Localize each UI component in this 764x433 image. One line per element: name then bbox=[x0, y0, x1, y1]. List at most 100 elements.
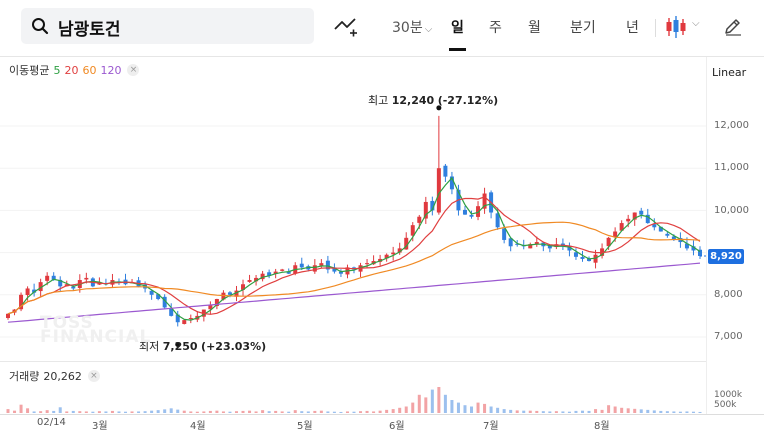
volume-bar bbox=[515, 410, 519, 413]
volume-bar bbox=[267, 411, 271, 413]
volume-bar bbox=[215, 410, 219, 413]
volume-bar bbox=[548, 411, 552, 413]
chevron-down-icon[interactable]: ⌵ bbox=[692, 18, 700, 29]
y-tick-label: 7,000 bbox=[714, 331, 743, 342]
volume-bar bbox=[176, 409, 180, 413]
ma-120-label: 120 bbox=[100, 63, 122, 77]
chart-toolbar: 남광토건 30분 ⌵ 일 주 월 분기 년 ⌵ bbox=[0, 0, 764, 56]
y-tick-label: 8,000 bbox=[714, 289, 743, 300]
high-label: 최고 bbox=[368, 94, 389, 107]
volume-bar bbox=[326, 411, 330, 413]
volume-bar bbox=[365, 410, 369, 413]
volume-bar bbox=[437, 387, 441, 413]
volume-bar bbox=[182, 410, 186, 413]
volume-bar bbox=[489, 406, 493, 413]
volume-bar bbox=[470, 406, 474, 413]
volume-bar bbox=[26, 408, 30, 413]
tab-period-day[interactable]: 일 bbox=[449, 17, 466, 51]
x-tick-label: 7월 bbox=[483, 421, 499, 432]
volume-bar bbox=[300, 411, 304, 413]
x-tick-label: 8월 bbox=[594, 421, 610, 432]
scale-toggle[interactable]: Linear bbox=[712, 66, 746, 79]
ma-5-label: 5 bbox=[53, 63, 61, 77]
volume-bar bbox=[391, 409, 395, 413]
volume-bar bbox=[509, 409, 513, 413]
volume-bar bbox=[156, 410, 160, 413]
volume-bar bbox=[234, 411, 238, 413]
y-tick-label: 12,000 bbox=[714, 120, 749, 131]
candle-body bbox=[299, 263, 304, 268]
pencil-icon[interactable] bbox=[723, 16, 743, 36]
volume-bar bbox=[496, 407, 500, 413]
volume-bar bbox=[13, 410, 17, 413]
x-axis-line bbox=[0, 414, 764, 415]
volume-bar bbox=[430, 389, 434, 413]
candlestick-type-icon[interactable] bbox=[665, 15, 687, 39]
candle-body bbox=[45, 275, 50, 281]
volume-bar bbox=[130, 411, 134, 413]
volume-bar bbox=[65, 411, 69, 413]
volume-bar bbox=[97, 411, 101, 413]
volume-bar bbox=[78, 411, 82, 413]
y-tick-label: 11,000 bbox=[714, 162, 749, 173]
volume-tick-label: 500k bbox=[714, 400, 737, 410]
tab-period-month[interactable]: 월 bbox=[528, 17, 541, 37]
y-tick-label: 10,000 bbox=[714, 205, 749, 216]
candle-body bbox=[665, 233, 670, 236]
volume-bar bbox=[352, 411, 356, 413]
volume-bar bbox=[535, 410, 539, 413]
volume-bar bbox=[443, 394, 447, 413]
volume-bar bbox=[626, 408, 630, 413]
volume-bar bbox=[522, 410, 526, 413]
volume-bar bbox=[221, 411, 225, 413]
volume-bar bbox=[124, 411, 128, 413]
x-tick-label: 5월 bbox=[297, 421, 313, 432]
stock-search-box[interactable]: 남광토건 bbox=[21, 8, 314, 44]
candle-body bbox=[319, 263, 324, 266]
volume-bar bbox=[189, 411, 193, 413]
close-icon[interactable]: × bbox=[127, 64, 140, 76]
candle-body bbox=[280, 269, 285, 271]
volume-divider bbox=[0, 361, 706, 362]
volume-bar bbox=[332, 411, 336, 413]
volume-bar bbox=[476, 402, 480, 413]
volume-bar bbox=[691, 411, 695, 413]
volume-bar bbox=[313, 410, 317, 413]
candle-body bbox=[436, 168, 441, 213]
volume-bar bbox=[665, 411, 669, 413]
volume-bar bbox=[502, 409, 506, 413]
chevron-down-icon: ⌵ bbox=[424, 24, 433, 35]
volume-bar bbox=[613, 406, 617, 413]
x-tick-label: 3월 bbox=[92, 421, 108, 432]
volume-bar bbox=[306, 411, 310, 413]
trendline-add-icon[interactable] bbox=[334, 16, 358, 38]
volume-bar bbox=[580, 410, 584, 413]
volume-bar bbox=[228, 411, 232, 413]
volume-bar bbox=[195, 411, 199, 413]
volume-bar bbox=[345, 411, 349, 413]
low-change: (+23.03%) bbox=[201, 340, 267, 353]
volume-bar bbox=[319, 410, 323, 413]
close-icon[interactable]: × bbox=[87, 370, 100, 382]
volume-bar bbox=[280, 411, 284, 413]
tab-period-year[interactable]: 년 bbox=[626, 17, 639, 37]
volume-bar bbox=[672, 411, 676, 413]
volume-bar bbox=[639, 409, 643, 413]
x-tick-label: 02/14 bbox=[37, 417, 66, 428]
volume-bar bbox=[600, 409, 604, 413]
volume-bar bbox=[274, 410, 278, 413]
ma-title: 이동평균 bbox=[9, 64, 50, 77]
interval-dropdown[interactable]: 30분 ⌵ bbox=[392, 17, 432, 37]
tab-period-quarter[interactable]: 분기 bbox=[570, 17, 596, 37]
volume-bar bbox=[528, 410, 532, 413]
volume-bar bbox=[163, 409, 167, 413]
volume-bar bbox=[646, 409, 650, 413]
volume-bar bbox=[607, 405, 611, 413]
tab-period-week[interactable]: 주 bbox=[489, 17, 502, 37]
volume-bar bbox=[463, 405, 467, 413]
volume-bar bbox=[293, 410, 297, 413]
volume-bar bbox=[71, 410, 75, 413]
candle-body bbox=[443, 165, 448, 177]
volume-legend: 거래량 20,262 × bbox=[9, 368, 100, 384]
candle-body bbox=[639, 210, 644, 215]
